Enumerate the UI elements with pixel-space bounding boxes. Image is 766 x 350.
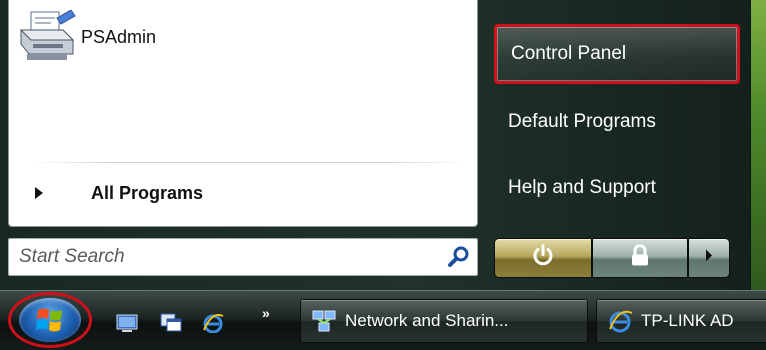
printer-icon <box>17 9 77 64</box>
search-icon[interactable] <box>447 245 471 269</box>
chevron-right-icon <box>704 249 714 268</box>
all-programs-button[interactable]: All Programs <box>29 178 329 208</box>
default-programs-label: Default Programs <box>508 111 656 132</box>
control-panel-link[interactable]: Control Panel <box>494 24 740 84</box>
power-button[interactable] <box>494 238 592 278</box>
help-and-support-label: Help and Support <box>508 177 656 198</box>
divider <box>29 162 469 163</box>
program-label: PSAdmin <box>81 26 157 47</box>
lock-icon <box>630 244 650 272</box>
taskbar-item-tp-link[interactable]: TP-LINK AD <box>596 299 766 343</box>
control-panel-label: Control Panel <box>511 43 627 64</box>
power-icon <box>532 244 554 272</box>
task-label: TP-LINK AD <box>641 311 734 330</box>
windows-logo-icon <box>19 298 81 342</box>
start-menu: PSAdmin All Programs Control Panel Defau… <box>0 0 751 290</box>
show-desktop-icon[interactable] <box>116 313 138 333</box>
default-programs-link[interactable]: Default Programs <box>494 92 740 152</box>
taskbar-item-network-and-sharing[interactable]: Network and Sharin... <box>300 299 588 343</box>
taskbar: » Network and Sharin... TP-LINK AD <box>0 290 766 350</box>
triangle-right-icon <box>35 187 43 199</box>
search-input[interactable] <box>9 239 429 275</box>
help-and-support-link[interactable]: Help and Support <box>494 158 740 218</box>
quick-launch-overflow-button[interactable]: » <box>262 305 270 321</box>
internet-explorer-icon <box>607 309 633 333</box>
start-button[interactable] <box>8 292 92 348</box>
switch-windows-icon[interactable] <box>160 313 182 333</box>
start-search-box <box>8 238 478 276</box>
task-label: Network and Sharin... <box>345 311 509 330</box>
lock-button[interactable] <box>592 238 688 278</box>
start-menu-left-pane: PSAdmin All Programs <box>8 0 478 227</box>
all-programs-label: All Programs <box>91 182 204 203</box>
network-icon <box>311 309 337 333</box>
program-item-psadmin[interactable]: PSAdmin <box>17 9 317 64</box>
internet-explorer-icon[interactable] <box>202 313 224 334</box>
shutdown-options-button[interactable] <box>688 238 730 278</box>
